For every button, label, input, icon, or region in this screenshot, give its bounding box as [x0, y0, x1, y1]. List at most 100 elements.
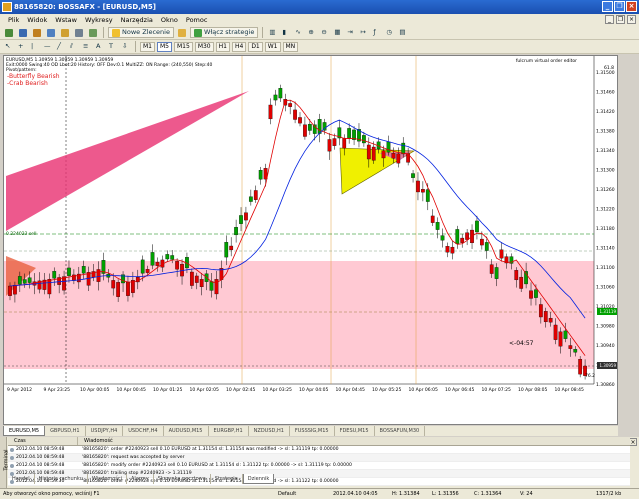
- menu-insert[interactable]: Wstaw: [51, 16, 81, 24]
- chart-tab-usdchf-h4[interactable]: USDCHF,H4: [123, 426, 164, 436]
- indicators-icon[interactable]: ƒ: [371, 27, 382, 38]
- timeframe-m1[interactable]: M1: [140, 41, 155, 52]
- strategies-label: Włącz strategie: [203, 28, 255, 36]
- candle: [514, 270, 519, 281]
- menu-help[interactable]: Pomoc: [182, 16, 212, 24]
- new-chart-icon[interactable]: [3, 27, 15, 38]
- data-window-icon[interactable]: [45, 27, 57, 38]
- chart-tab-fdesu-m15[interactable]: FDESU,M15: [335, 426, 375, 436]
- chart-tab-fusssig-m15[interactable]: FUSSSIG,M15: [290, 426, 335, 436]
- status-profile[interactable]: Default: [278, 489, 296, 499]
- tab-mailbox[interactable]: Skrzynka pocztowa: [154, 474, 211, 484]
- table-row[interactable]: 2012.04.10 08:59:48 '88165820': modify o…: [8, 462, 630, 470]
- timeframe-d1[interactable]: D1: [248, 41, 263, 52]
- equidistant-channel-icon[interactable]: ⫽: [68, 41, 79, 52]
- navigator-icon[interactable]: [59, 27, 71, 38]
- fibonacci-icon[interactable]: ≡: [81, 41, 92, 52]
- tab-journal[interactable]: Dziennik: [242, 474, 275, 484]
- chart-tab-bossafun-m30[interactable]: BOSSAFUN,M30: [375, 426, 426, 436]
- chart-tab-nzdusd-h1[interactable]: NZDUSD,H1: [249, 426, 290, 436]
- tab-alerts[interactable]: Alarmy: [127, 474, 154, 484]
- horizontal-line-icon[interactable]: —: [42, 41, 53, 52]
- row-time: 2012.04.10 08:59:48: [16, 454, 65, 460]
- chart-tab-gbpusd-h1[interactable]: GBPUSD,H1: [45, 426, 86, 436]
- candle: [52, 271, 57, 279]
- arrows-icon[interactable]: ⇩: [120, 41, 131, 52]
- tab-news[interactable]: Wiadomości: [88, 474, 128, 484]
- profiles-icon[interactable]: [17, 27, 29, 38]
- templates-icon[interactable]: ▤: [397, 27, 408, 38]
- tab-trade[interactable]: Handel: [8, 474, 35, 484]
- harmonic-pattern-upper: [6, 91, 249, 231]
- candle-chart-icon[interactable]: ▮: [280, 27, 291, 38]
- bar-chart-icon[interactable]: ▥: [267, 27, 278, 38]
- chart-shift-icon[interactable]: ↦: [358, 27, 369, 38]
- timeframe-h4[interactable]: H4: [231, 41, 247, 52]
- timeframe-m30[interactable]: M30: [194, 41, 214, 52]
- chart-tab-usdjpy-h4[interactable]: USDJPY,H4: [86, 426, 124, 436]
- mdi-restore-icon[interactable]: ❐: [616, 15, 625, 24]
- text-label-icon[interactable]: T: [107, 41, 118, 52]
- cursor-icon[interactable]: ↖: [3, 41, 14, 52]
- candle: [199, 279, 204, 288]
- price-tick-label: 1.31340: [596, 148, 615, 154]
- autoscroll-icon[interactable]: ⇥: [345, 27, 356, 38]
- minimize-icon[interactable]: _: [602, 1, 613, 12]
- market-watch-icon[interactable]: [31, 27, 43, 38]
- candle: [27, 277, 32, 283]
- tab-experts[interactable]: Strategie: [211, 474, 243, 484]
- restore-icon[interactable]: ❐: [614, 1, 625, 12]
- vertical-line-icon[interactable]: |: [29, 41, 40, 52]
- crosshair-icon[interactable]: +: [16, 41, 27, 52]
- row-message: '88165820': modify order #2240923 sell 0…: [82, 463, 352, 468]
- candle: [22, 279, 27, 284]
- strategy-tester-icon[interactable]: [87, 27, 99, 38]
- new-order-button[interactable]: Nowe Zlecenie: [108, 27, 174, 38]
- title-bar: 88165820: BOSSAFX - [EURUSD,M5] _ ❐ ×: [0, 0, 639, 14]
- table-row[interactable]: 2012.04.10 08:59:48 '88165820': order #2…: [8, 446, 630, 454]
- chart-canvas[interactable]: 1.315001.314601.314201.313801.313401.313…: [4, 56, 619, 426]
- menu-file[interactable]: Plik: [4, 16, 23, 24]
- order-editor-label[interactable]: fulcrum virtual order editor: [516, 59, 577, 64]
- trendline-icon[interactable]: ╱: [55, 41, 66, 52]
- column-message-header[interactable]: Wiadomość: [78, 437, 630, 445]
- text-icon[interactable]: A: [94, 41, 105, 52]
- candle: [371, 146, 376, 161]
- chart-tab-eurusd-m5[interactable]: EURUSD,M5: [3, 426, 46, 436]
- candle: [175, 261, 179, 270]
- timeframe-mn[interactable]: MN: [282, 41, 299, 52]
- zoom-out-icon[interactable]: ⊖: [319, 27, 330, 38]
- expert-advisors-button[interactable]: Włącz strategie: [189, 27, 259, 38]
- close-icon[interactable]: ×: [626, 1, 637, 12]
- menu-charts[interactable]: Wykresy: [81, 16, 117, 24]
- metaeditor-icon[interactable]: [176, 27, 188, 38]
- chart-tab-audusd-m15[interactable]: AUDUSD,M15: [164, 426, 209, 436]
- timeframe-h1[interactable]: H1: [215, 41, 230, 52]
- mdi-close-icon[interactable]: ×: [627, 15, 636, 24]
- tab-account-history[interactable]: Historia rachunku: [35, 474, 88, 484]
- column-time-header[interactable]: Czas: [8, 437, 78, 445]
- mdi-minimize-icon[interactable]: _: [605, 15, 614, 24]
- line-chart-icon[interactable]: ∿: [293, 27, 304, 38]
- time-tick-label: 10 Apr 00:05: [80, 387, 109, 393]
- status-high: H: 1.31384: [392, 491, 420, 497]
- candle: [253, 190, 258, 200]
- terminal-close-icon[interactable]: ×: [629, 438, 637, 446]
- menu-window[interactable]: Okno: [157, 16, 182, 24]
- timeframe-m15[interactable]: M15: [174, 41, 193, 52]
- menu-tools[interactable]: Narzędzia: [117, 16, 157, 24]
- price-chart[interactable]: 1.31500 1.31460 1.31420 1.31380 1.31340 1.313…: [3, 55, 618, 425]
- zoom-in-icon[interactable]: ⊕: [306, 27, 317, 38]
- price-tick-label: 1.31380: [596, 129, 615, 135]
- chart-tab-eurgbp-h1[interactable]: EURGBP,H1: [209, 426, 249, 436]
- candle: [8, 285, 12, 296]
- terminal-icon[interactable]: [73, 27, 85, 38]
- periods-icon[interactable]: ◷: [384, 27, 395, 38]
- table-row[interactable]: 2012.04.10 08:59:48 '88165820': request …: [8, 454, 630, 462]
- journal-header: Czas Wiadomość: [8, 437, 630, 446]
- tile-windows-icon[interactable]: ▦: [332, 27, 343, 38]
- timeframe-m5[interactable]: M5: [157, 41, 172, 52]
- pattern-crab-label: -Crab Bearish: [7, 80, 48, 87]
- menu-view[interactable]: Widok: [23, 16, 51, 24]
- timeframe-w1[interactable]: W1: [264, 41, 281, 52]
